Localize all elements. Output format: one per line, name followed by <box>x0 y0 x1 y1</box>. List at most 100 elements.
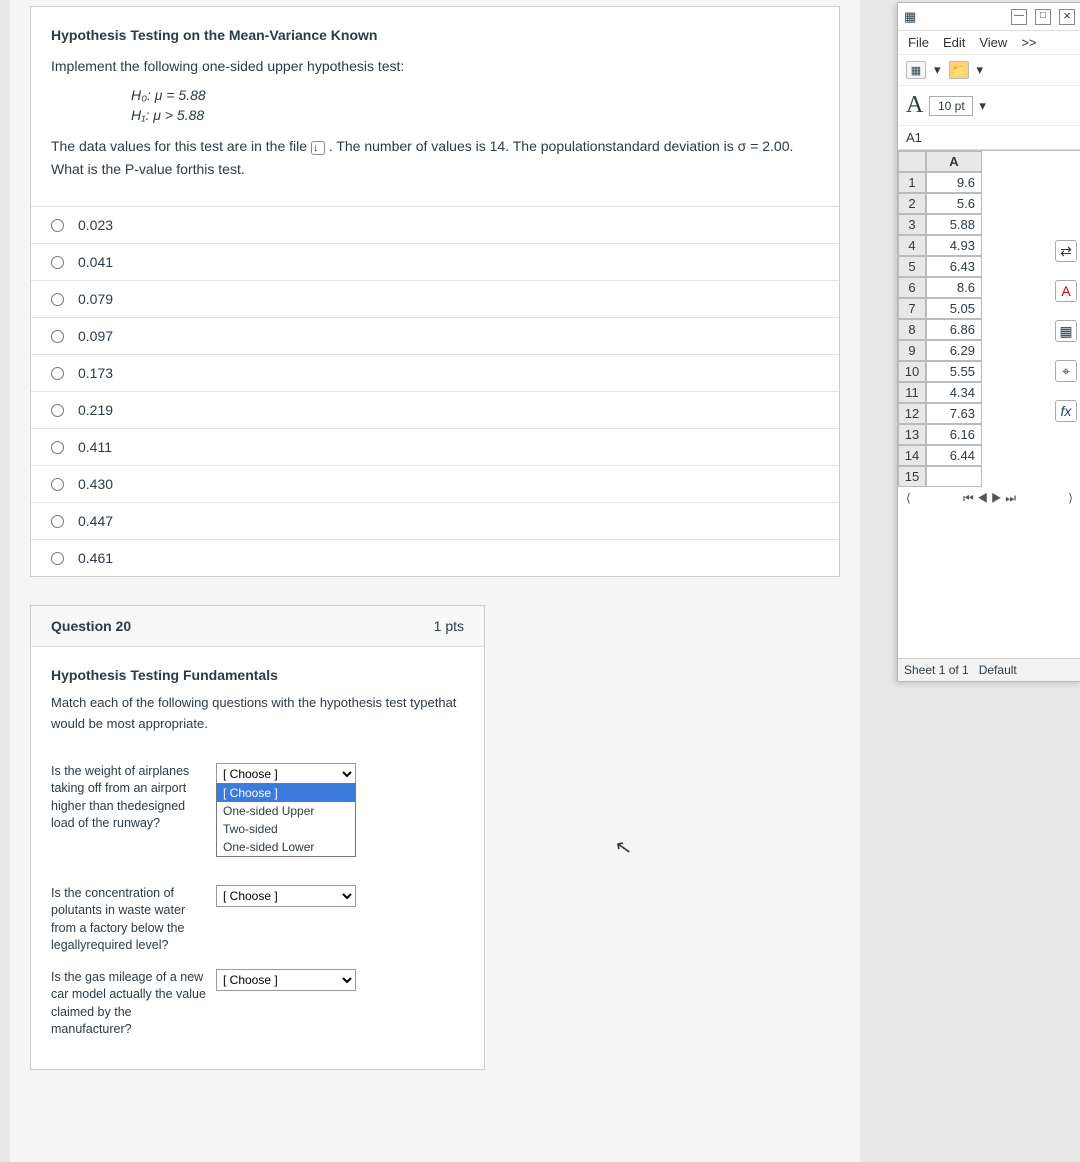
answer-radio[interactable] <box>51 478 64 491</box>
column-header-A[interactable]: A <box>926 151 982 172</box>
swap-arrows-icon[interactable]: ⇄ <box>1055 240 1077 262</box>
row-header[interactable]: 12 <box>898 403 926 424</box>
row-header[interactable]: 4 <box>898 235 926 256</box>
cell-reference-box[interactable]: A1 <box>898 126 1080 150</box>
cell-reference: A1 <box>906 130 922 145</box>
match-select-3[interactable]: [ Choose ] <box>216 969 356 991</box>
match-select-open-menu: [ Choose ] One-sided Upper Two-sided One… <box>216 783 356 857</box>
cell[interactable]: 6.44 <box>926 445 982 466</box>
row-header[interactable]: 9 <box>898 340 926 361</box>
cell[interactable]: 6.86 <box>926 319 982 340</box>
answer-radio[interactable] <box>51 404 64 417</box>
answer-radio[interactable] <box>51 330 64 343</box>
answer-radio[interactable] <box>51 515 64 528</box>
menu-file[interactable]: File <box>908 35 929 50</box>
target-icon[interactable]: ⌖ <box>1055 360 1077 382</box>
insert-image-icon[interactable]: ▦ <box>1055 320 1077 342</box>
menu-more[interactable]: >> <box>1021 35 1036 50</box>
cell[interactable]: 9.6 <box>926 172 982 193</box>
match-select-2[interactable]: [ Choose ] <box>216 885 356 907</box>
minimize-icon[interactable] <box>1011 9 1027 25</box>
cell[interactable]: 5.88 <box>926 214 982 235</box>
row-header[interactable]: 15 <box>898 466 926 487</box>
menu-edit[interactable]: Edit <box>943 35 965 50</box>
answer-radio[interactable] <box>51 219 64 232</box>
cell[interactable]: 5.6 <box>926 193 982 214</box>
font-toolbar: A 10 pt ▾ <box>898 86 1080 126</box>
row-header[interactable]: 14 <box>898 445 926 466</box>
nav-first-icon[interactable]: ⏮ ◀ ▶ ⏭ <box>963 491 1016 506</box>
row-header[interactable]: 11 <box>898 382 926 403</box>
answer-row[interactable]: 0.079 <box>31 281 839 318</box>
function-fx-icon[interactable]: fx <box>1055 400 1077 422</box>
maximize-icon[interactable] <box>1035 9 1051 25</box>
table-icon[interactable]: ▦ <box>906 61 926 79</box>
answer-row[interactable]: 0.447 <box>31 503 839 540</box>
cell[interactable]: 5.55 <box>926 361 982 382</box>
font-name-indicator[interactable]: A <box>906 92 923 119</box>
cell[interactable]: 6.43 <box>926 256 982 277</box>
font-size-dropdown-icon[interactable]: ▾ <box>979 98 986 114</box>
cell[interactable]: 5.05 <box>926 298 982 319</box>
answer-radio[interactable] <box>51 293 64 306</box>
chevron-down-icon[interactable]: ▾ <box>934 62 941 78</box>
status-sheet: Sheet 1 of 1 <box>904 663 969 677</box>
q19-title: Hypothesis Testing on the Mean-Variance … <box>51 27 819 43</box>
toolbar: ▦ ▾ 📁 ▾ <box>898 55 1080 86</box>
chevron-down-icon[interactable]: ▾ <box>977 62 984 78</box>
close-icon[interactable] <box>1059 9 1075 25</box>
answer-row[interactable]: 0.023 <box>31 207 839 244</box>
folder-open-icon[interactable]: 📁 <box>949 61 969 79</box>
match-select-1[interactable]: [ Choose ] <box>216 763 356 785</box>
question-card-19: Hypothesis Testing on the Mean-Variance … <box>30 6 840 577</box>
cell[interactable]: 7.63 <box>926 403 982 424</box>
cell[interactable] <box>926 466 982 487</box>
dropdown-option[interactable]: One-sided Lower <box>217 838 355 856</box>
row-header[interactable]: 7 <box>898 298 926 319</box>
cell[interactable]: 4.93 <box>926 235 982 256</box>
corner-header[interactable] <box>898 151 926 172</box>
q19-body: The data values for this test are in the… <box>51 135 819 180</box>
answer-row[interactable]: 0.219 <box>31 392 839 429</box>
answer-row[interactable]: 0.430 <box>31 466 839 503</box>
cell[interactable]: 6.29 <box>926 340 982 361</box>
answer-label: 0.461 <box>78 550 113 566</box>
row-header[interactable]: 5 <box>898 256 926 277</box>
row-header[interactable]: 13 <box>898 424 926 445</box>
answer-row[interactable]: 0.041 <box>31 244 839 281</box>
cell[interactable]: 8.6 <box>926 277 982 298</box>
answer-radio[interactable] <box>51 256 64 269</box>
cell[interactable]: 6.16 <box>926 424 982 445</box>
font-size-input[interactable]: 10 pt <box>929 96 973 116</box>
row-header[interactable]: 1 <box>898 172 926 193</box>
q19-h0: H₀: μ = 5.88 <box>131 87 819 103</box>
dropdown-option[interactable]: One-sided Upper <box>217 802 355 820</box>
question-card-20: Question 20 1 pts Hypothesis Testing Fun… <box>30 605 485 1070</box>
answer-label: 0.411 <box>78 439 112 455</box>
dropdown-option[interactable]: [ Choose ] <box>217 784 355 802</box>
download-file-icon[interactable] <box>311 141 325 155</box>
font-color-icon[interactable]: A <box>1055 280 1077 302</box>
match-question: Is the concentration of polutants in was… <box>51 885 216 955</box>
q20-points: 1 pts <box>434 618 464 634</box>
row-header[interactable]: 10 <box>898 361 926 382</box>
scroll-left-icon[interactable]: ⟨ <box>906 491 911 506</box>
answer-row[interactable]: 0.411 <box>31 429 839 466</box>
answer-row[interactable]: 0.173 <box>31 355 839 392</box>
window-titlebar[interactable]: ▦ <box>898 3 1080 31</box>
row-header[interactable]: 2 <box>898 193 926 214</box>
answer-row[interactable]: 0.461 <box>31 540 839 576</box>
answer-radio[interactable] <box>51 441 64 454</box>
dropdown-option[interactable]: Two-sided <box>217 820 355 838</box>
answer-radio[interactable] <box>51 552 64 565</box>
scroll-right-icon[interactable]: ⟩ <box>1068 491 1073 506</box>
row-header[interactable]: 8 <box>898 319 926 340</box>
row-header[interactable]: 6 <box>898 277 926 298</box>
answer-radio[interactable] <box>51 367 64 380</box>
match-row: Is the concentration of polutants in was… <box>51 885 464 955</box>
answer-row[interactable]: 0.097 <box>31 318 839 355</box>
status-style: Default <box>979 663 1017 677</box>
cell[interactable]: 4.34 <box>926 382 982 403</box>
row-header[interactable]: 3 <box>898 214 926 235</box>
menu-view[interactable]: View <box>979 35 1007 50</box>
